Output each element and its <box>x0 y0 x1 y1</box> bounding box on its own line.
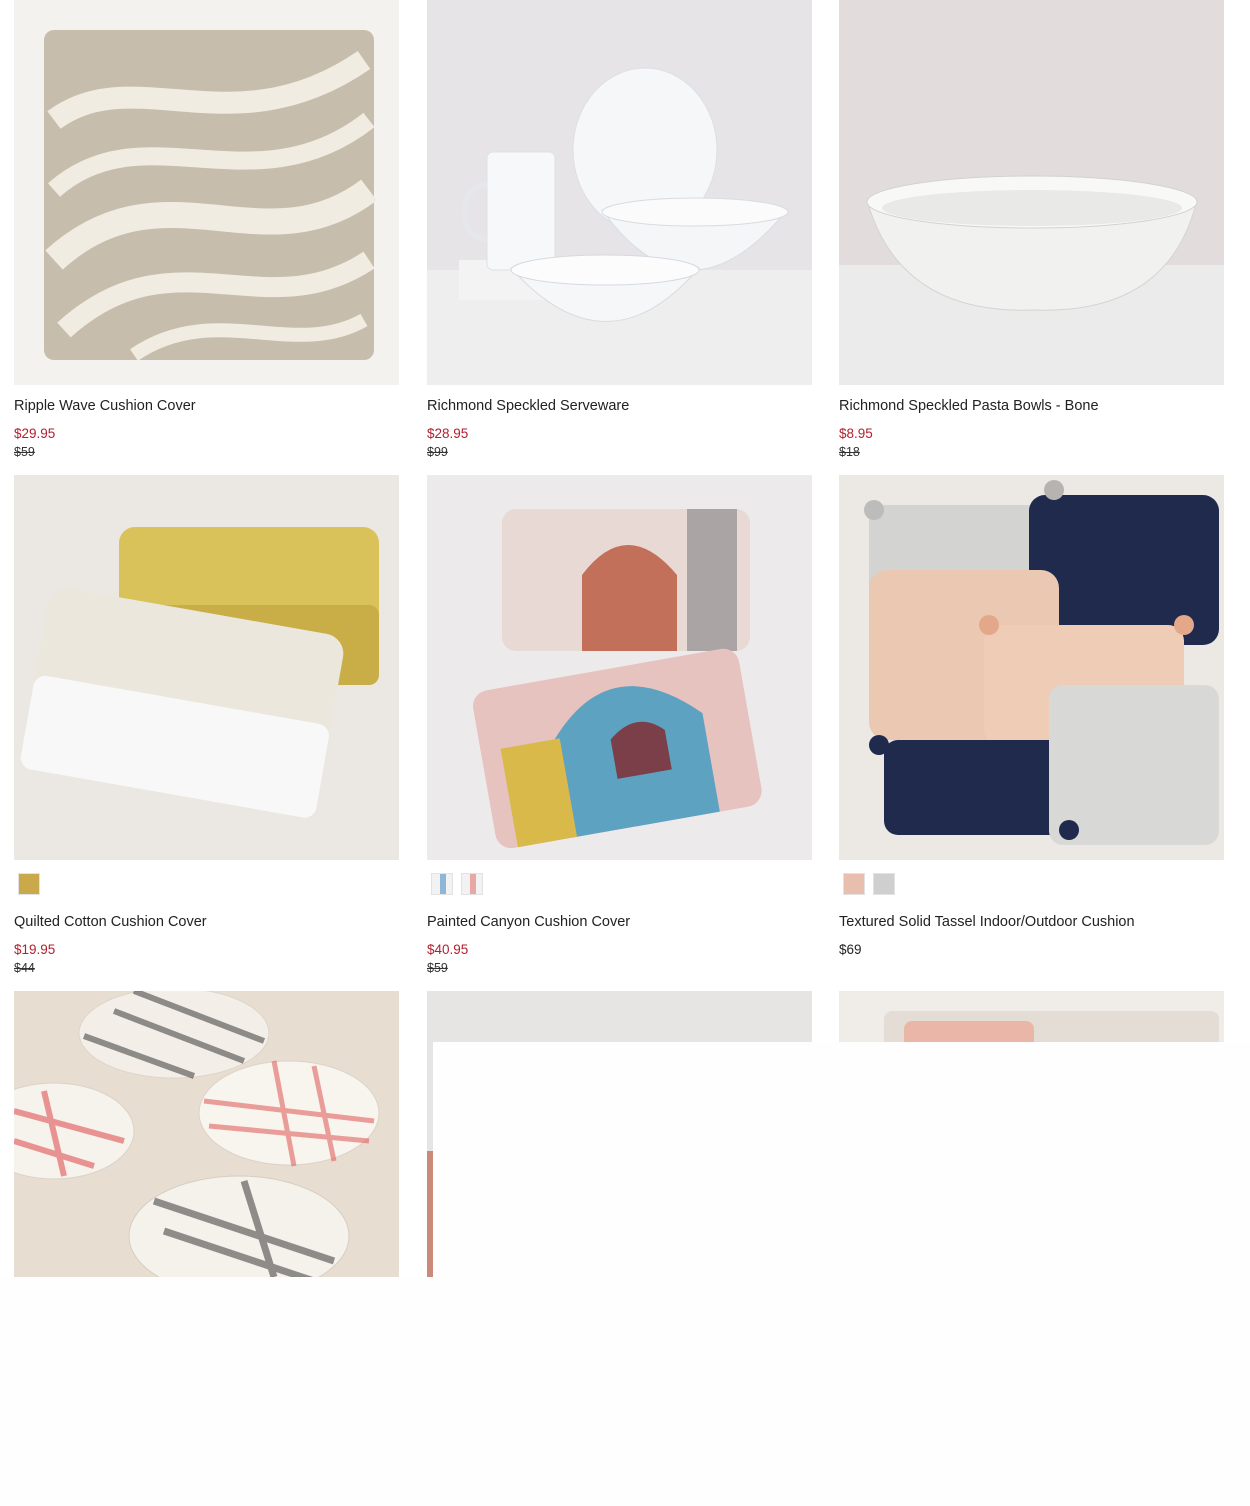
swatch-peach[interactable] <box>843 873 865 895</box>
original-price: $99 <box>427 445 448 459</box>
product-image[interactable] <box>427 0 812 385</box>
product-image[interactable] <box>14 475 399 860</box>
product-card: Painted Canyon Cushion Cover $40.95 $59 <box>427 475 812 975</box>
swatch-blue[interactable] <box>431 873 453 895</box>
tassel-cushions-image <box>839 475 1224 860</box>
product-card: Ripple Wave Cushion Cover $29.95 $59 <box>14 0 399 459</box>
product-card: Richmond Speckled Serveware $28.95 $99 <box>427 0 812 459</box>
product-card: Richmond Speckled Pasta Bowls - Bone $8.… <box>839 0 1224 459</box>
pasta-bowl-image <box>839 0 1224 385</box>
sale-price: $40.95 <box>427 942 469 957</box>
product-name[interactable]: Textured Solid Tassel Indoor/Outdoor Cus… <box>839 913 1224 931</box>
color-swatches <box>843 873 895 895</box>
original-price: $59 <box>14 445 35 459</box>
sale-price: $19.95 <box>14 942 56 957</box>
product-card: Quilted Cotton Cushion Cover $19.95 $44 <box>14 475 399 975</box>
quilted-cushions-image <box>14 475 399 860</box>
original-price: $59 <box>427 961 448 975</box>
product-name[interactable]: Ripple Wave Cushion Cover <box>14 397 399 415</box>
sale-price: $28.95 <box>427 426 469 441</box>
product-card: Textured Solid Tassel Indoor/Outdoor Cus… <box>839 475 1224 957</box>
product-card <box>14 991 399 1277</box>
sale-price: $29.95 <box>14 426 56 441</box>
product-image[interactable] <box>427 475 812 860</box>
original-price: $18 <box>839 445 860 459</box>
swatch-grey[interactable] <box>873 873 895 895</box>
painted-canyon-cushions-image <box>427 475 812 860</box>
color-swatches <box>431 873 483 895</box>
page-blank-area <box>0 1277 1250 1506</box>
swatch-mustard[interactable] <box>18 873 40 895</box>
wave-pattern-cushion-image <box>14 0 399 385</box>
original-price: $44 <box>14 961 35 975</box>
plaid-plates-image <box>14 991 399 1277</box>
swatch-pink[interactable] <box>461 873 483 895</box>
product-image[interactable] <box>839 475 1224 860</box>
price: $69 <box>839 942 862 957</box>
product-image[interactable] <box>14 991 399 1277</box>
product-image[interactable] <box>14 0 399 385</box>
product-name[interactable]: Richmond Speckled Pasta Bowls - Bone <box>839 397 1224 415</box>
white-serveware-image <box>427 0 812 385</box>
sale-price: $8.95 <box>839 426 873 441</box>
product-name[interactable]: Quilted Cotton Cushion Cover <box>14 913 399 931</box>
product-name[interactable]: Richmond Speckled Serveware <box>427 397 812 415</box>
color-swatches <box>18 873 40 895</box>
product-name[interactable]: Painted Canyon Cushion Cover <box>427 913 812 931</box>
product-image[interactable] <box>839 0 1224 385</box>
